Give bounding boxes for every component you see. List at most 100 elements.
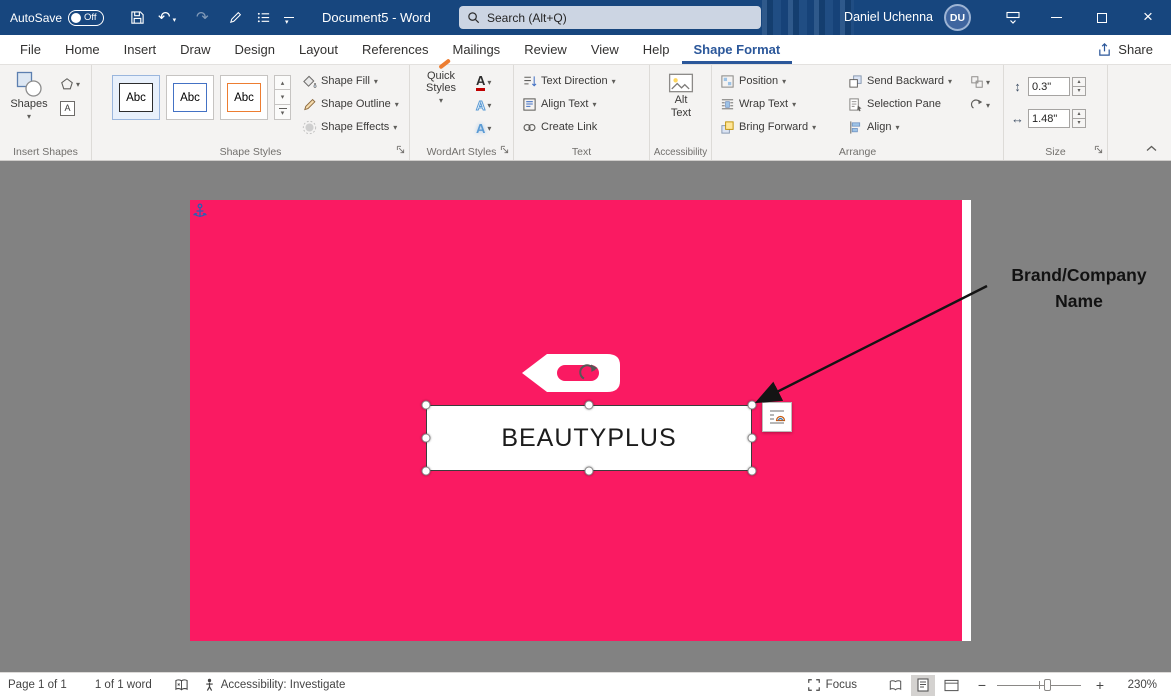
shape-style-preset-1[interactable]: Abc bbox=[112, 75, 160, 120]
selection-pane-button[interactable]: Selection Pane bbox=[846, 94, 943, 114]
proofing-errors-button[interactable] bbox=[174, 678, 189, 692]
search-input[interactable] bbox=[487, 11, 753, 25]
rotate-handle[interactable] bbox=[578, 362, 600, 384]
zoom-in-button[interactable] bbox=[1091, 677, 1109, 693]
selection-handle-middle-right[interactable] bbox=[748, 434, 757, 443]
layout-options-button[interactable] bbox=[762, 402, 792, 432]
selection-handle-bottom-left[interactable] bbox=[422, 467, 431, 476]
shape-fill-button[interactable]: Shape Fill bbox=[300, 71, 380, 91]
quick-styles-button[interactable]: Quick Styles bbox=[414, 70, 468, 106]
brand-text-box[interactable]: BEAUTYPLUS bbox=[426, 405, 752, 471]
shape-height-input[interactable] bbox=[1028, 77, 1070, 96]
tab-help[interactable]: Help bbox=[631, 35, 682, 64]
print-layout-button[interactable] bbox=[911, 675, 935, 696]
tab-design[interactable]: Design bbox=[223, 35, 287, 64]
tab-view[interactable]: View bbox=[579, 35, 631, 64]
collapse-ribbon-button[interactable] bbox=[1146, 143, 1157, 155]
align-button[interactable]: Align bbox=[846, 117, 901, 137]
tab-shape-format[interactable]: Shape Format bbox=[682, 35, 793, 64]
redo-button[interactable] bbox=[196, 0, 209, 35]
document-page[interactable]: BEAUTYPLUS Brand/Company Name bbox=[190, 200, 971, 641]
text-effects-button[interactable]: A bbox=[476, 119, 491, 137]
word-count[interactable]: 1 of 1 word bbox=[95, 679, 152, 691]
selection-handle-middle-left[interactable] bbox=[422, 434, 431, 443]
edit-shape-button[interactable] bbox=[60, 75, 80, 93]
tab-insert[interactable]: Insert bbox=[112, 35, 169, 64]
web-layout-button[interactable] bbox=[939, 675, 963, 696]
tag-shape[interactable] bbox=[520, 352, 622, 394]
share-button[interactable]: Share bbox=[1079, 35, 1171, 64]
stepper-down-icon[interactable] bbox=[1072, 119, 1086, 129]
qat-editor-button[interactable] bbox=[228, 0, 243, 35]
tab-home[interactable]: Home bbox=[53, 35, 112, 64]
wordart-dialog-launcher[interactable] bbox=[500, 145, 509, 157]
tab-draw[interactable]: Draw bbox=[168, 35, 222, 64]
annotation-text[interactable]: Brand/Company Name bbox=[990, 262, 1168, 315]
rotate-objects-button[interactable] bbox=[970, 96, 990, 114]
shape-width-input[interactable] bbox=[1028, 109, 1070, 128]
accessibility-status[interactable]: Accessibility: Investigate bbox=[221, 679, 346, 691]
pink-background-shape[interactable]: BEAUTYPLUS bbox=[190, 200, 962, 641]
stepper-down-icon[interactable] bbox=[1072, 87, 1086, 97]
user-name[interactable]: Daniel Uchenna bbox=[844, 0, 933, 35]
minimize-button[interactable] bbox=[1033, 0, 1079, 35]
shape-effects-button[interactable]: Shape Effects bbox=[300, 117, 399, 137]
shape-styles-dialog-launcher[interactable] bbox=[396, 145, 405, 157]
read-mode-button[interactable] bbox=[883, 675, 907, 696]
annotation-line2: Name bbox=[990, 288, 1168, 314]
wrap-text-button[interactable]: Wrap Text bbox=[718, 94, 798, 114]
gallery-more-icon[interactable] bbox=[274, 105, 291, 120]
close-button[interactable] bbox=[1125, 0, 1171, 35]
avatar[interactable]: DU bbox=[944, 4, 971, 31]
text-direction-button[interactable]: Text Direction bbox=[520, 71, 618, 91]
selection-handle-top-right[interactable] bbox=[748, 401, 757, 410]
selection-handle-bottom-center[interactable] bbox=[585, 467, 594, 476]
tab-layout[interactable]: Layout bbox=[287, 35, 350, 64]
tab-references[interactable]: References bbox=[350, 35, 440, 64]
size-dialog-launcher[interactable] bbox=[1094, 145, 1103, 157]
tab-mailings[interactable]: Mailings bbox=[441, 35, 513, 64]
gallery-down-icon[interactable] bbox=[274, 90, 291, 105]
group-objects-button[interactable] bbox=[970, 73, 990, 91]
focus-button[interactable]: Focus bbox=[807, 678, 857, 692]
gallery-up-icon[interactable] bbox=[274, 75, 291, 90]
shape-style-preset-3[interactable]: Abc bbox=[220, 75, 268, 120]
zoom-slider[interactable] bbox=[997, 677, 1081, 693]
undo-button[interactable] bbox=[158, 0, 176, 35]
align-text-button[interactable]: Align Text bbox=[520, 94, 599, 114]
qat-customize-button[interactable] bbox=[284, 0, 294, 35]
search-icon bbox=[467, 11, 480, 24]
ribbon-display-options-button[interactable] bbox=[1005, 0, 1021, 35]
selection-handle-top-center[interactable] bbox=[585, 401, 594, 410]
maximize-button[interactable] bbox=[1079, 0, 1125, 35]
bring-forward-button[interactable]: Bring Forward bbox=[718, 117, 818, 137]
save-button[interactable] bbox=[130, 0, 145, 35]
text-outline-button[interactable]: A bbox=[476, 96, 491, 114]
ribbon-display-options-icon bbox=[1005, 10, 1021, 26]
autosave-toggle[interactable]: AutoSave Off bbox=[10, 0, 104, 35]
selection-handle-bottom-right[interactable] bbox=[748, 467, 757, 476]
zoom-percentage[interactable]: 230% bbox=[1121, 679, 1157, 691]
tab-file[interactable]: File bbox=[8, 35, 53, 64]
shape-style-preset-2[interactable]: Abc bbox=[166, 75, 214, 120]
zoom-out-button[interactable] bbox=[973, 677, 991, 693]
create-link-button[interactable]: Create Link bbox=[520, 117, 599, 137]
tab-review[interactable]: Review bbox=[512, 35, 579, 64]
undo-icon bbox=[158, 10, 171, 25]
send-backward-button[interactable]: Send Backward bbox=[846, 71, 954, 91]
wrap-text-icon bbox=[720, 97, 735, 112]
alt-text-button[interactable]: Alt Text bbox=[660, 72, 702, 120]
text-fill-button[interactable]: A bbox=[476, 73, 491, 91]
qat-bullets-button[interactable] bbox=[256, 0, 271, 35]
zoom-slider-thumb[interactable] bbox=[1044, 679, 1051, 691]
shape-outline-button[interactable]: Shape Outline bbox=[300, 94, 401, 114]
shapes-button[interactable]: Shapes bbox=[4, 70, 54, 122]
stepper-up-icon[interactable] bbox=[1072, 109, 1086, 119]
draw-text-box-button[interactable] bbox=[60, 99, 75, 117]
page-indicator[interactable]: Page 1 of 1 bbox=[8, 679, 67, 691]
position-button[interactable]: Position bbox=[718, 71, 788, 91]
search-box[interactable] bbox=[459, 6, 761, 29]
selection-handle-top-left[interactable] bbox=[422, 401, 431, 410]
stepper-up-icon[interactable] bbox=[1072, 77, 1086, 87]
pen-icon bbox=[228, 10, 243, 25]
